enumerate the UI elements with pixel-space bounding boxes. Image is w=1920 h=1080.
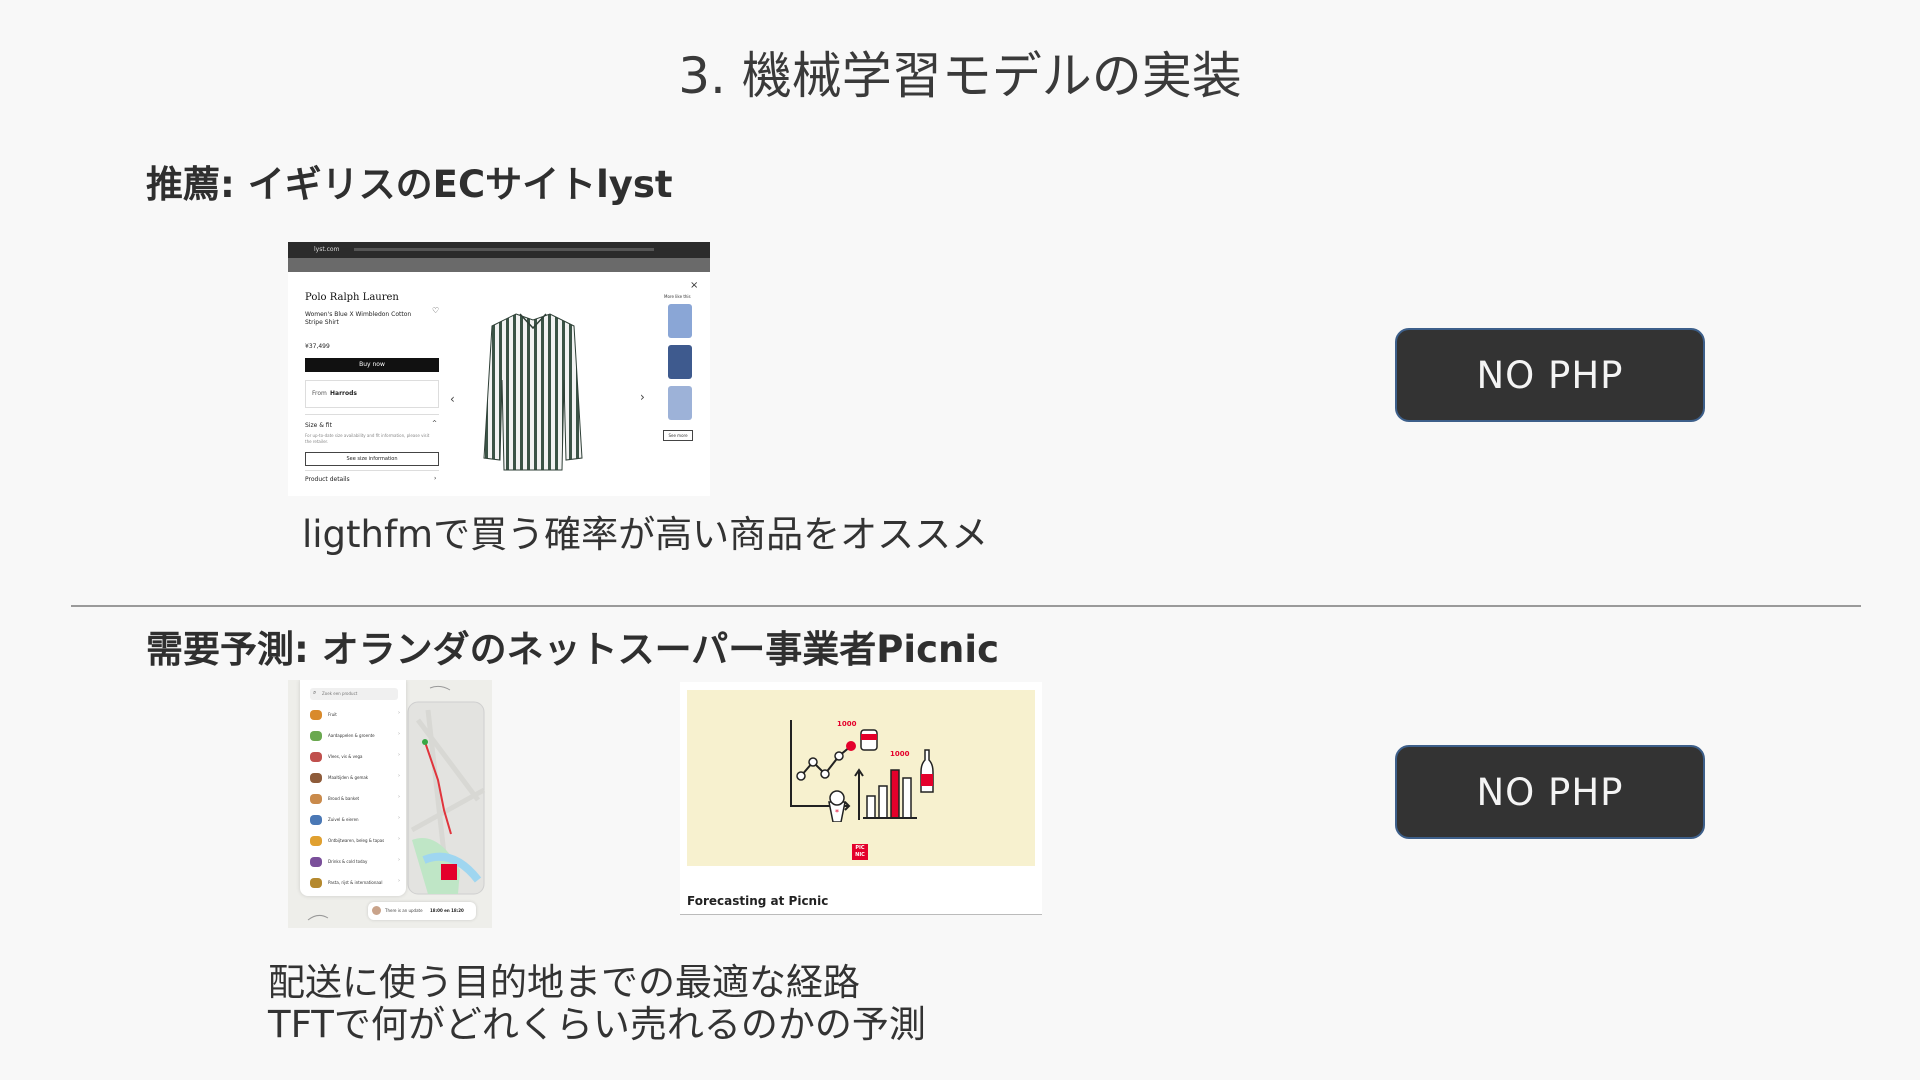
chevron-right-icon: ›: [398, 710, 400, 716]
category-item[interactable]: Zuivel & eieren ›: [310, 811, 406, 832]
section2-caption-line2: TFTで何がどれくらい売れるのかの予測: [268, 1003, 926, 1046]
browser-url: lyst.com: [314, 246, 340, 253]
forecasting-card: * 1000 1000 PIC NIC Forecasting at Picni…: [680, 682, 1042, 915]
delivery-update-bar[interactable]: There is an update 18:00 en 18:20: [368, 902, 476, 920]
see-more-button[interactable]: See more: [663, 430, 693, 441]
size-note-2: the retailer.: [305, 439, 329, 444]
product-details-label: Product details: [305, 476, 350, 483]
product-price: ¥37,499: [305, 343, 330, 350]
app-search-field[interactable]: ⌕ Zoek een product: [310, 688, 398, 700]
svg-text:*: *: [835, 808, 839, 817]
picnic-app-screenshot: ⌕ Zoek een product Fruit › Aardappelen & …: [288, 680, 492, 928]
chevron-up-icon[interactable]: ^: [432, 420, 437, 427]
forecast-label-1: 1000: [837, 720, 857, 728]
section2-caption-line1: 配送に使う目的地までの最適な経路: [268, 961, 860, 1004]
category-thumb: [310, 836, 322, 846]
retailer-name: Harrods: [330, 390, 357, 397]
see-size-info-button[interactable]: See size information: [305, 452, 439, 466]
size-note-1: For up-to-date size availability and fit…: [305, 433, 430, 438]
chevron-right-icon: ›: [398, 857, 400, 863]
more-like-this-label: More like this: [664, 294, 691, 299]
browser-bar: lyst.com: [288, 242, 710, 272]
chevron-right-icon: ›: [398, 773, 400, 779]
category-thumb: [310, 794, 322, 804]
category-item[interactable]: Maaltijden & gemak ›: [310, 769, 406, 790]
category-thumb: [310, 710, 322, 720]
category-item[interactable]: Vlees, vis & vega ›: [310, 748, 406, 769]
product-brand: Polo Ralph Lauren: [305, 292, 399, 303]
carousel-next-icon[interactable]: ›: [640, 390, 645, 404]
chevron-right-icon: ›: [398, 794, 400, 800]
driver-avatar: [372, 906, 381, 915]
category-thumb: [310, 773, 322, 783]
section-heading-forecasting: 需要予測: オランダのネットスーパー事業者Picnic: [146, 628, 999, 671]
forecast-illustration: * 1000 1000 PIC NIC: [687, 690, 1035, 866]
category-thumb: [310, 731, 322, 741]
close-icon[interactable]: ×: [690, 280, 698, 291]
chevron-right-icon[interactable]: ›: [434, 475, 436, 482]
chevron-right-icon: ›: [398, 752, 400, 758]
carousel-prev-icon[interactable]: ‹: [450, 392, 455, 406]
section-heading-recommendation: 推薦: イギリスのECサイトlyst: [146, 163, 673, 206]
size-fit-label: Size & fit: [305, 422, 332, 429]
forecast-label-2: 1000: [890, 750, 910, 758]
product-name-line2: Stripe Shirt: [305, 319, 339, 326]
app-search-placeholder: Zoek een product: [322, 691, 358, 696]
buy-now-button[interactable]: Buy now: [305, 358, 439, 372]
no-php-button-forecasting[interactable]: NO PHP: [1395, 745, 1705, 839]
chevron-right-icon: ›: [398, 878, 400, 884]
slide-title: 3. 機械学習モデルの実装: [678, 47, 1242, 105]
category-thumb: [310, 857, 322, 867]
category-item[interactable]: Drinks & cold today ›: [310, 853, 406, 874]
category-list: Fruit › Aardappelen & groente › Vlees, vis…: [310, 706, 406, 895]
chevron-right-icon: ›: [398, 731, 400, 737]
retailer-box[interactable]: From Harrods: [305, 380, 439, 408]
category-thumb: [310, 878, 322, 888]
delivery-note: There is an update: [385, 908, 423, 913]
no-php-button-recommendation[interactable]: NO PHP: [1395, 328, 1705, 422]
category-thumb: [310, 815, 322, 825]
chevron-right-icon: ›: [398, 836, 400, 842]
category-thumb: [310, 752, 322, 762]
category-item[interactable]: Ontbijtwaren, beleg & tapas ›: [310, 832, 406, 853]
chevron-right-icon: ›: [398, 815, 400, 821]
category-item[interactable]: Brood & banket ›: [310, 790, 406, 811]
forecast-card-caption: Forecasting at Picnic: [687, 894, 829, 908]
picnic-logo: PIC NIC: [852, 844, 868, 860]
heart-icon[interactable]: ♡: [432, 306, 439, 315]
category-item[interactable]: Pasta, rijst & internationaal ›: [310, 874, 406, 895]
product-name-line1: Women's Blue X Wimbledon Cotton: [305, 311, 412, 318]
category-item[interactable]: Fruit ›: [310, 706, 406, 727]
category-item[interactable]: Aardappelen & groente ›: [310, 727, 406, 748]
delivery-time: 18:00 en 18:20: [430, 908, 464, 913]
section1-caption: ligthfmで買う確率が高い商品をオススメ: [302, 513, 989, 556]
category-panel: ⌕ Zoek een product Fruit › Aardappelen & …: [300, 680, 406, 896]
lyst-screenshot: lyst.com Polo Ralph Lauren Women's Blue …: [288, 242, 710, 496]
search-icon: ⌕: [313, 689, 317, 696]
forecast-chart-illustration: *: [790, 720, 934, 822]
similar-item-3[interactable]: [668, 386, 692, 420]
similar-item-2[interactable]: [668, 345, 692, 379]
similar-item-1[interactable]: [668, 304, 692, 338]
from-label: From: [312, 390, 327, 397]
shirt-image: [483, 313, 583, 471]
section-divider: [71, 605, 1861, 607]
